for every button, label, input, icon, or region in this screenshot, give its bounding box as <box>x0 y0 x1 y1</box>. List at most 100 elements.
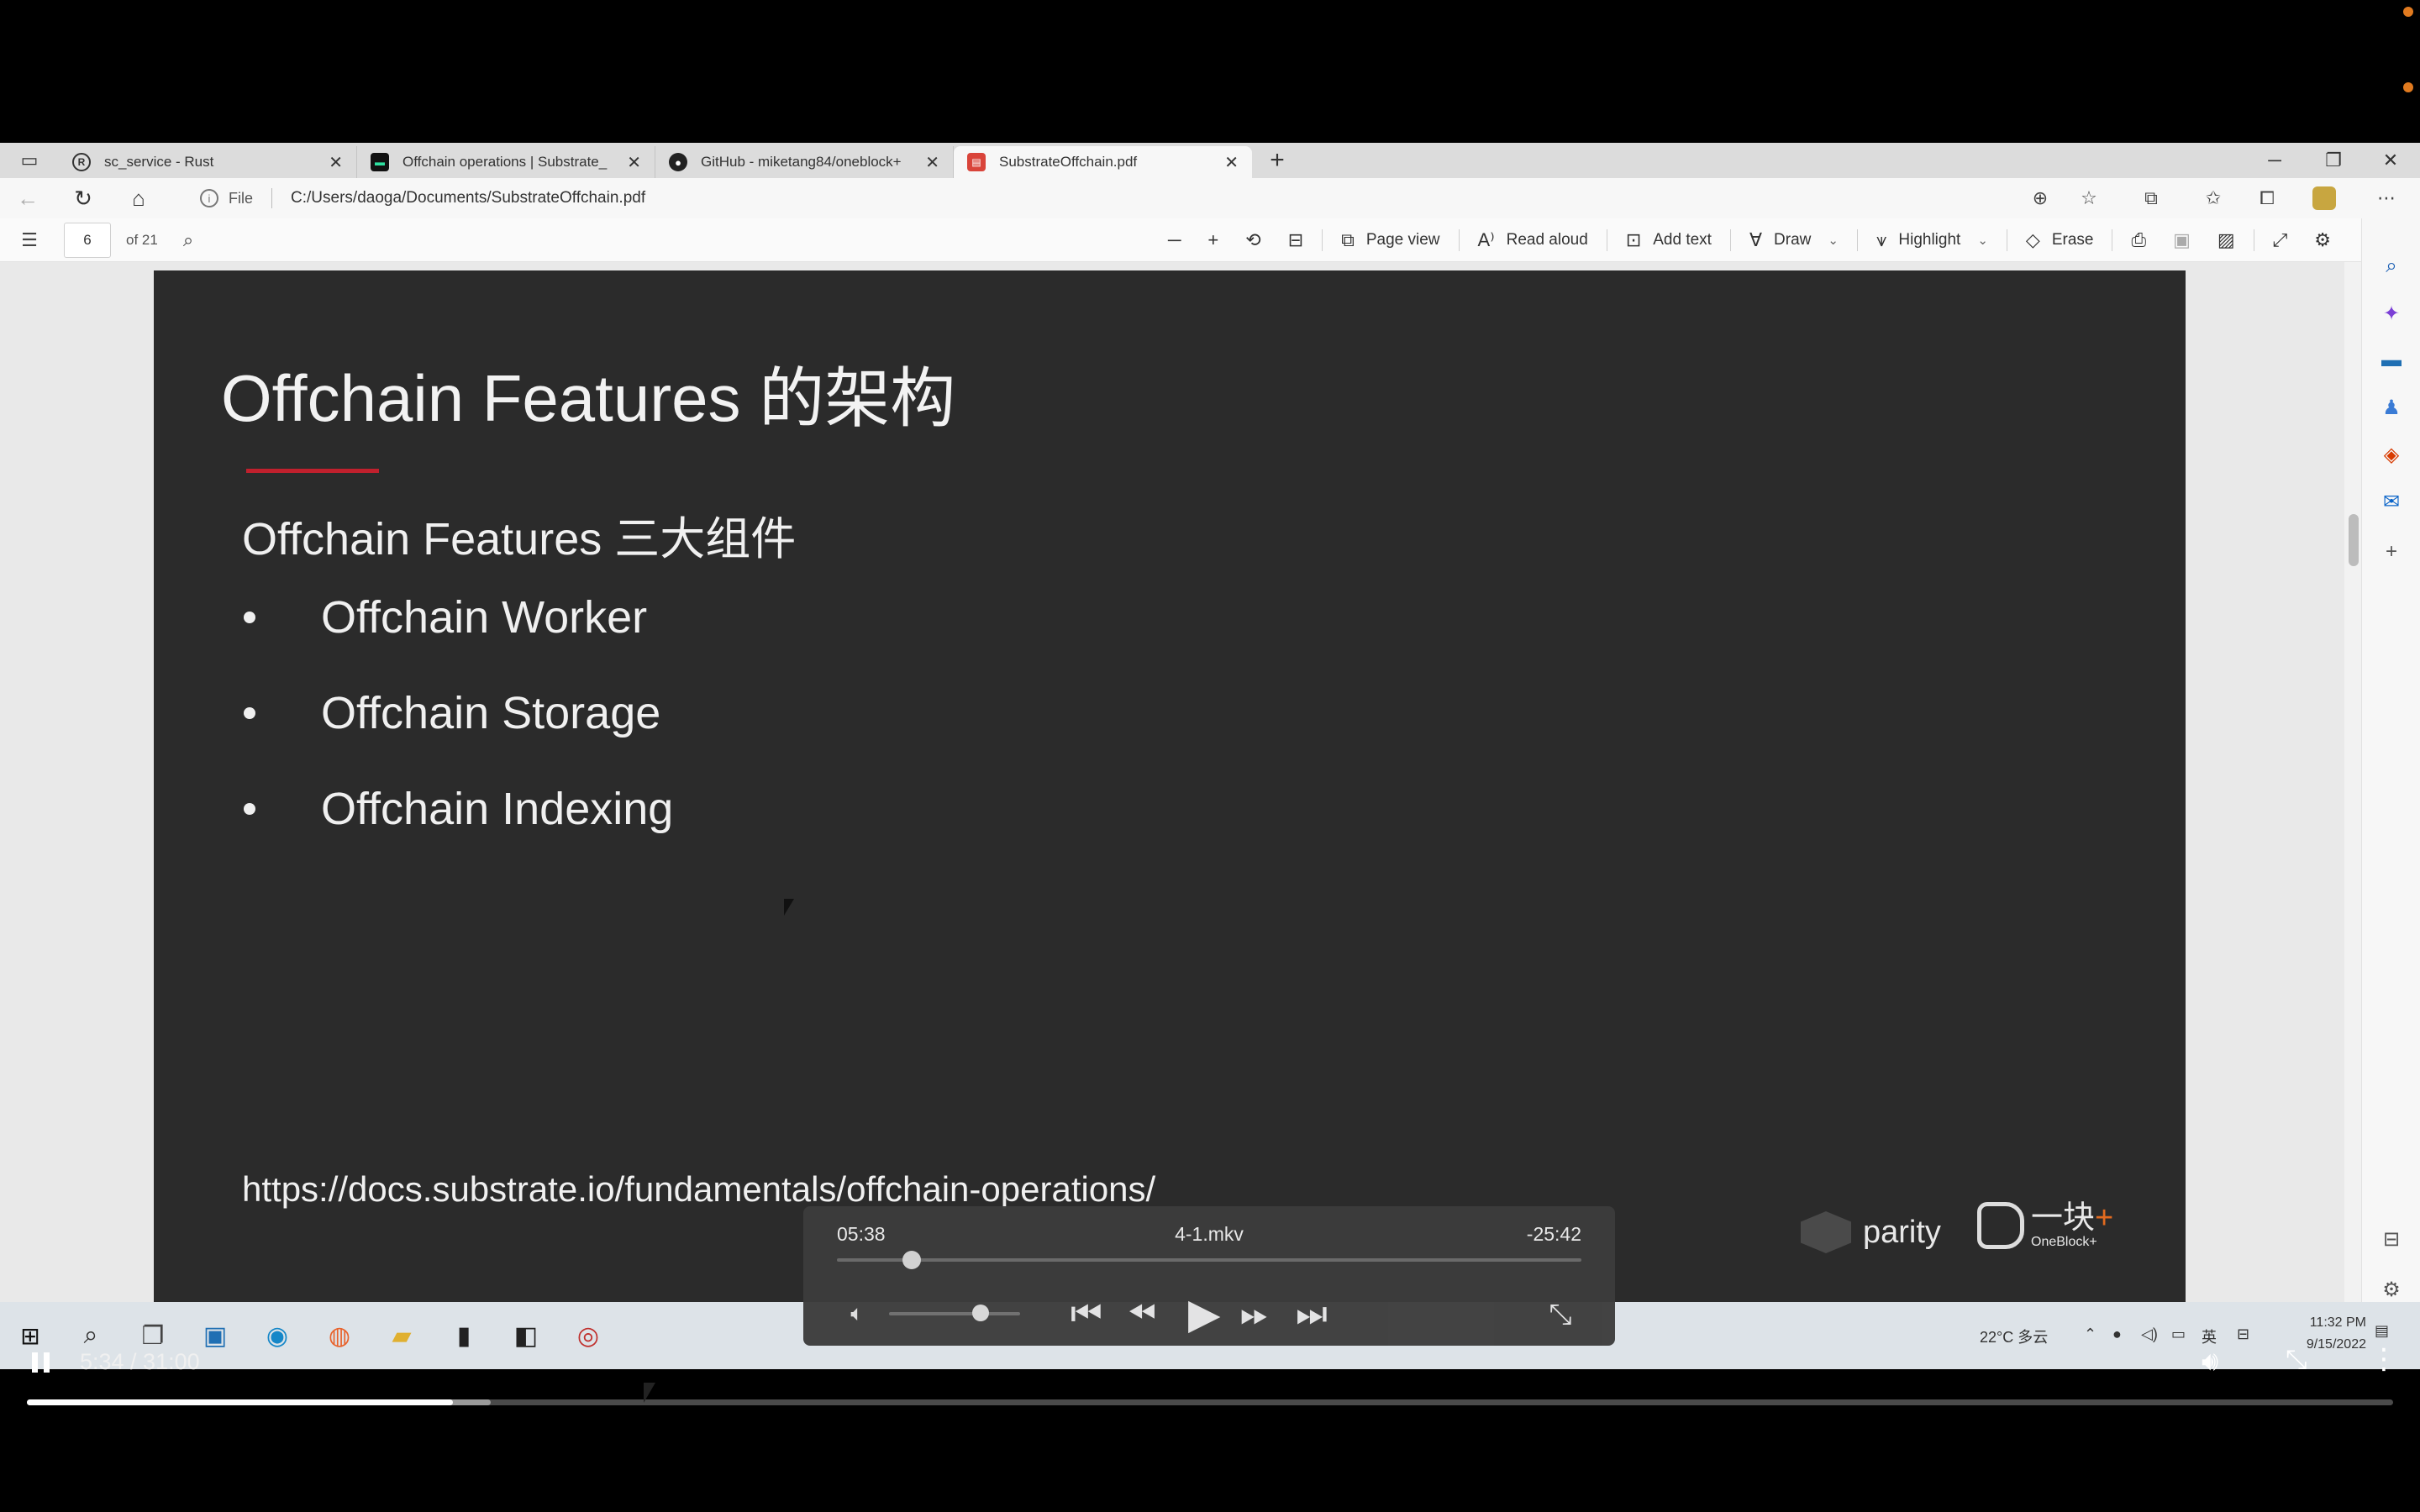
edge-app-button[interactable]: ◉ <box>259 1317 296 1354</box>
close-icon[interactable]: ✕ <box>925 152 939 173</box>
video-progress-bar[interactable] <box>27 1399 2393 1405</box>
erase-button[interactable]: ◇ Erase <box>2012 218 2107 262</box>
volume-slider[interactable] <box>889 1305 1020 1321</box>
volume-slider-handle[interactable] <box>972 1305 990 1321</box>
fullscreen-button[interactable]: ⤢ <box>2260 218 2302 262</box>
mouse-cursor <box>784 899 794 916</box>
tab-substrate-offchain-pdf[interactable]: ▤ SubstrateOffchain.pdf ✕ <box>954 146 1252 178</box>
sidebar-outlook-button[interactable]: ✉ <box>2362 480 2420 522</box>
new-tab-button[interactable]: + <box>1252 143 1302 178</box>
sidebar-add-button[interactable]: + <box>2362 531 2420 573</box>
rewind-button[interactable]: ⏪︎ <box>1128 1290 1156 1337</box>
pause-button[interactable] <box>25 1347 55 1378</box>
search-icon[interactable]: ⌕ <box>183 229 193 251</box>
list-icon: ☰ <box>21 228 38 250</box>
play-button[interactable]: ▶ <box>1188 1290 1220 1337</box>
chevron-down-icon[interactable]: ⌄ <box>1828 233 1839 248</box>
fullscreen-toggle-button[interactable]: ⤡ <box>2286 1344 2307 1376</box>
tab-actions-button[interactable]: ▭ <box>0 143 59 178</box>
close-window-button[interactable]: ✕ <box>2361 143 2420 178</box>
save-button[interactable]: ▣ <box>2160 218 2204 262</box>
folder-icon: ▰ <box>392 1321 412 1350</box>
bullet-icon <box>244 707 255 719</box>
fast-forward-button[interactable]: ⏩︎ <box>1240 1290 1269 1337</box>
minimize-button[interactable]: ─ <box>2245 143 2304 178</box>
plus-icon: + <box>2385 540 2397 563</box>
pdf-toolbar: ☰ of 21 ⌕ ─ + ⟲ ⊟ ⧉ Page view A⁾ Read alou… <box>0 218 2361 262</box>
plus-icon: + <box>1207 229 1219 250</box>
sidebar-copilot-button[interactable]: ✦ <box>2362 292 2420 334</box>
print-button[interactable]: ⎙ <box>2118 218 2160 262</box>
microphone-icon[interactable]: ● <box>2112 1326 2122 1343</box>
games-icon: ♟ <box>2382 396 2401 419</box>
volume-button[interactable]: 🔊︎ <box>2202 1346 2218 1378</box>
settings-more-button[interactable]: ⋯ <box>2361 178 2412 218</box>
profile-button[interactable] <box>2299 178 2349 218</box>
notes-icon: ◧ <box>513 1321 539 1350</box>
tab-github[interactable]: ● GitHub - miketang84/oneblock+ ✕ <box>655 146 954 178</box>
table-of-contents-button[interactable]: ☰ <box>0 229 59 251</box>
scrollbar-thumb[interactable] <box>2349 514 2359 566</box>
tab-sc-service[interactable]: R sc_service - Rust ✕ <box>59 146 357 178</box>
back-button[interactable]: ← <box>0 178 55 218</box>
zoom-icon: ⊕ <box>2032 187 2049 208</box>
close-icon[interactable]: ✕ <box>627 152 641 173</box>
more-options-button[interactable]: ⋮ <box>2370 1342 2398 1376</box>
fit-page-button[interactable]: ⊟ <box>1275 218 1317 262</box>
video-player-panel: 05:38 4-1.mkv -25:42 🔈︎ ⏮︎ ⏪︎ ▶ ⏩︎ ⏭︎ ⤡ <box>803 1206 1615 1346</box>
page-number-input[interactable] <box>64 222 111 258</box>
zoom-out-button[interactable]: ─ <box>1155 218 1195 262</box>
close-icon[interactable]: ✕ <box>329 152 343 173</box>
refresh-button[interactable]: ↻ <box>55 178 111 218</box>
sidebar-search-button[interactable]: ⌕ <box>2362 245 2420 287</box>
input-mode-icon[interactable]: ⊟ <box>2237 1326 2249 1343</box>
sidebar-games-button[interactable]: ♟ <box>2362 386 2420 428</box>
network-icon[interactable]: ▭ <box>2171 1326 2186 1343</box>
home-button[interactable]: ⌂ <box>111 178 166 218</box>
page-view-button[interactable]: ⧉ Page view <box>1328 218 1453 262</box>
restore-button[interactable]: ❐ <box>2304 143 2363 178</box>
favorites-button[interactable]: ✩ <box>2188 178 2238 218</box>
url-input[interactable]: C:/Users/daoga/Documents/SubstrateOffcha… <box>291 189 645 207</box>
tray-chevron-up-icon[interactable]: ⌃ <box>2084 1326 2096 1343</box>
document-scrollbar[interactable] <box>2344 262 2361 1369</box>
mute-button[interactable]: 🔈︎ <box>840 1297 874 1331</box>
file-explorer-button[interactable]: ▰ <box>383 1317 420 1354</box>
collections-button[interactable]: ⧠ <box>2242 178 2292 218</box>
speaker-icon[interactable]: ◁) <box>2141 1326 2158 1343</box>
skip-previous-button[interactable]: ⏮︎ <box>1071 1290 1102 1337</box>
rotate-button[interactable]: ⟲ <box>1232 218 1274 262</box>
extensions-button[interactable]: ⧉ <box>2126 178 2176 218</box>
sidebar-shopping-button[interactable]: ▬ <box>2362 339 2420 381</box>
site-info-button[interactable]: i File <box>200 189 253 207</box>
highlight-button[interactable]: ⩛ Highlight ⌄ <box>1863 218 2002 262</box>
sidebar-office-button[interactable]: ◈ <box>2362 433 2420 475</box>
firefox-app-button[interactable]: ◍ <box>321 1317 358 1354</box>
zoom-in-button[interactable]: + <box>1194 218 1232 262</box>
pdf-document-area[interactable]: Offchain Features 的架构 Offchain Features … <box>0 262 2361 1369</box>
sticky-notes-button[interactable]: ◧ <box>508 1317 544 1354</box>
save-as-button[interactable]: ▨ <box>2204 218 2249 262</box>
draw-button[interactable]: ∀ Draw ⌄ <box>1736 218 1852 262</box>
skip-next-button[interactable]: ⏭︎ <box>1296 1290 1328 1337</box>
read-aloud-button[interactable]: A⁾ Read aloud <box>1465 218 1602 262</box>
notifications-icon[interactable]: ▤ <box>2375 1322 2389 1340</box>
exit-fullscreen-button[interactable]: ⤡ <box>1539 1294 1581 1336</box>
github-icon: ● <box>669 153 687 171</box>
sidebar-hide-button[interactable]: ⊟ <box>2362 1218 2420 1260</box>
seek-slider[interactable] <box>837 1251 1581 1269</box>
terminal-app-button[interactable]: ▮ <box>445 1317 482 1354</box>
recorder-app-button[interactable]: ◎ <box>570 1317 607 1354</box>
pdf-settings-button[interactable]: ⚙ <box>2301 218 2344 262</box>
weather-widget[interactable]: 22°C 多云 <box>1980 1326 2048 1347</box>
tab-offchain-operations[interactable]: ▬ Offchain operations | Substrate_ ✕ <box>357 146 655 178</box>
add-favorite-button[interactable]: ☆ <box>2064 178 2114 218</box>
zoom-button[interactable]: ⊕ <box>2015 178 2065 218</box>
expand-icon: ⤢ <box>2272 229 2288 250</box>
store-button[interactable]: ▣ <box>197 1317 234 1354</box>
close-icon[interactable]: ✕ <box>1224 152 1239 173</box>
add-text-button[interactable]: ⊡ Add text <box>1612 218 1725 262</box>
ime-indicator[interactable]: 英 <box>2202 1326 2217 1347</box>
chevron-down-icon[interactable]: ⌄ <box>1977 233 1988 248</box>
seek-slider-handle[interactable] <box>902 1251 921 1269</box>
